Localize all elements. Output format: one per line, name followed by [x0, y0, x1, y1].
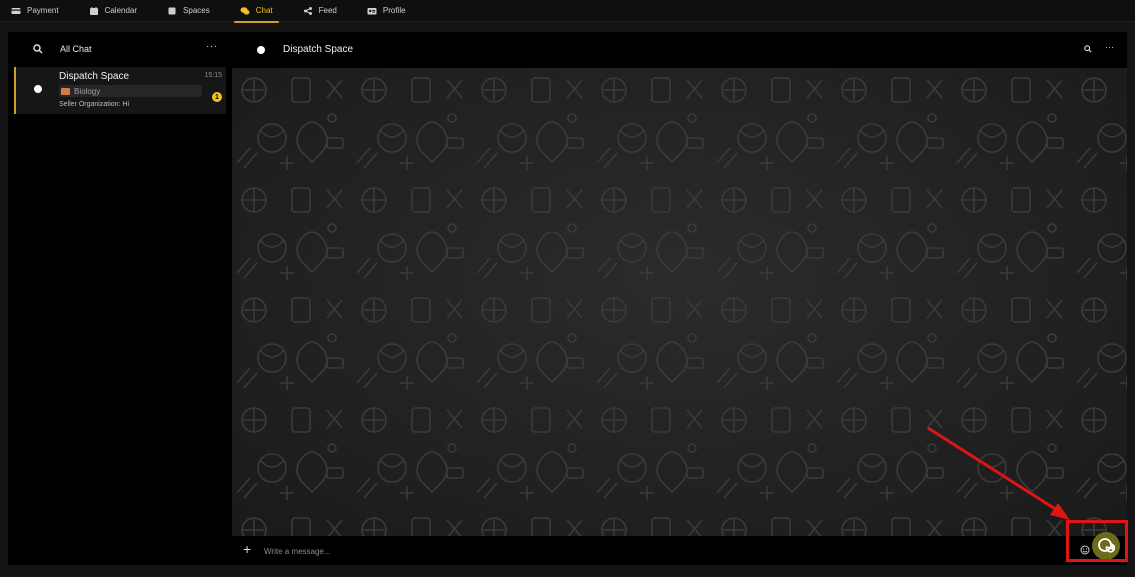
chat-window: All Chat ··· Dispatch Space 15:15 Biolog… [8, 32, 1127, 565]
chat-list-item[interactable]: Dispatch Space 15:15 Biology Seller Orga… [14, 67, 226, 114]
chat-bubble-icon [1098, 538, 1115, 553]
card-icon [11, 7, 21, 14]
nav-feed[interactable]: Feed [303, 0, 337, 22]
conversation-title: Dispatch Space [283, 44, 354, 55]
message-composer: + [232, 532, 1127, 565]
search-icon[interactable] [33, 44, 43, 54]
nav-label: Calendar [104, 6, 138, 15]
message-area [232, 68, 1127, 536]
chat-name: Dispatch Space [59, 71, 130, 82]
nav-label: Profile [382, 6, 406, 15]
doodle-pattern-background [232, 68, 1127, 536]
more-options-icon[interactable]: ··· [206, 41, 218, 52]
calendar-icon [89, 6, 98, 15]
spaces-icon [168, 7, 176, 14]
id-card-icon [367, 7, 377, 14]
nav-chat[interactable]: Chat [233, 0, 279, 23]
nav-label: Spaces [183, 6, 210, 15]
send-button[interactable] [1092, 532, 1120, 560]
search-icon[interactable] [1084, 45, 1092, 53]
chat-list-title: All Chat [60, 44, 92, 54]
microscope-emoji-icon [61, 87, 70, 95]
chat-time: 15:15 [204, 72, 222, 79]
chat-icon [240, 6, 250, 15]
nav-label: Chat [255, 6, 273, 15]
avatar [257, 46, 265, 54]
nav-label: Feed [318, 6, 337, 15]
emoji-icon[interactable] [1080, 545, 1090, 555]
space-tag-label: Biology [74, 86, 101, 96]
share-icon [303, 6, 312, 15]
chat-list-panel: All Chat ··· Dispatch Space 15:15 Biolog… [8, 32, 232, 565]
nav-profile[interactable]: Profile [367, 0, 406, 22]
space-tag: Biology [59, 85, 202, 97]
unread-badge: 1 [212, 92, 222, 102]
nav-payment[interactable]: Payment [11, 0, 59, 22]
attach-plus-icon[interactable]: + [243, 541, 251, 557]
conversation-panel: Dispatch Space ··· + Write a message... [232, 32, 1127, 565]
conversation-header: Dispatch Space ··· [232, 32, 1127, 68]
nav-calendar[interactable]: Calendar [89, 0, 137, 22]
message-input[interactable] [264, 543, 964, 559]
nav-label: Payment [27, 6, 59, 15]
more-options-icon[interactable]: ··· [1105, 42, 1114, 52]
last-message-preview: Seller Organization: Hi [59, 101, 130, 108]
nav-spaces[interactable]: Spaces [167, 0, 210, 22]
top-navigation: Payment Calendar Spaces Chat Feed Profil… [0, 0, 1135, 23]
chat-list-header: All Chat ··· [8, 32, 232, 66]
avatar [34, 85, 42, 93]
